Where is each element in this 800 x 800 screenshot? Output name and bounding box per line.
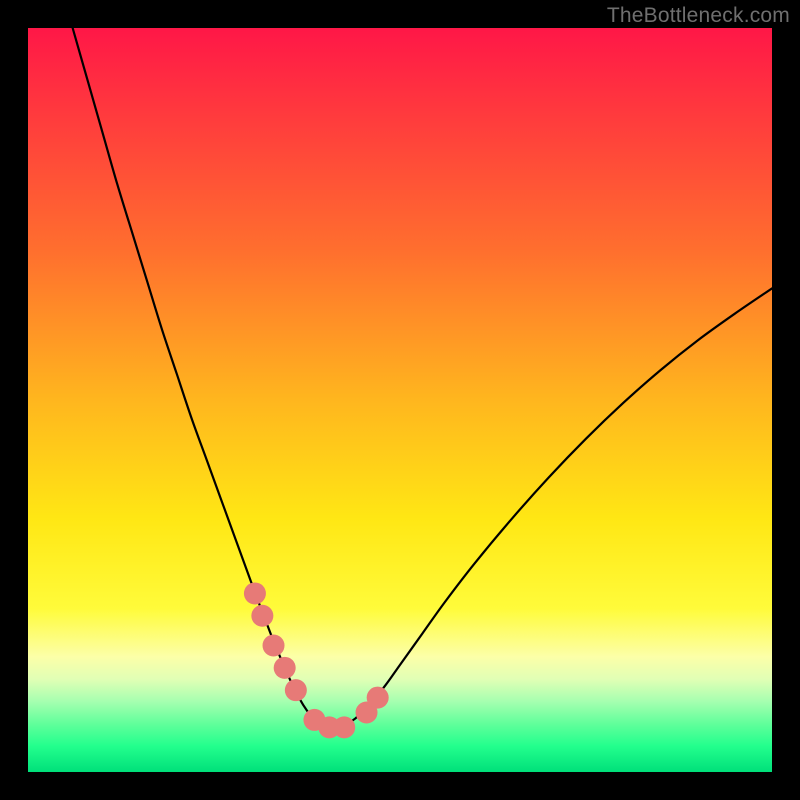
marker-dot: [274, 657, 296, 679]
chart-frame: TheBottleneck.com: [0, 0, 800, 800]
highlight-markers: [244, 582, 389, 738]
marker-dot: [367, 687, 389, 709]
chart-svg: [28, 28, 772, 772]
plot-area: [28, 28, 772, 772]
marker-dot: [263, 635, 285, 657]
marker-dot: [285, 679, 307, 701]
bottleneck-curve: [73, 28, 772, 729]
marker-dot: [251, 605, 273, 627]
watermark-text: TheBottleneck.com: [607, 4, 790, 28]
marker-dot: [333, 716, 355, 738]
marker-dot: [244, 582, 266, 604]
